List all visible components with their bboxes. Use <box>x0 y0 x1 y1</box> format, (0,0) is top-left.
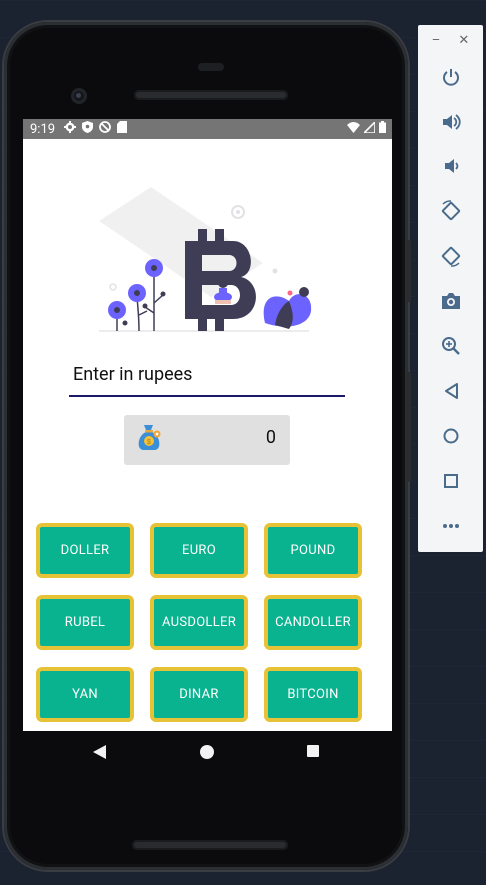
svg-text:$: $ <box>147 439 151 446</box>
bottom-speaker <box>132 840 288 850</box>
yan-button[interactable]: YAN <box>36 667 134 722</box>
volume-side-button <box>406 372 411 482</box>
close-icon[interactable]: ✕ <box>458 33 469 48</box>
top-speaker <box>134 90 288 100</box>
signal-icon <box>362 119 376 137</box>
candoller-button[interactable]: CANDOLLER <box>264 595 362 650</box>
front-camera <box>71 88 87 104</box>
rupees-input[interactable] <box>69 355 349 393</box>
gear-icon <box>64 121 77 137</box>
euro-button[interactable]: EURO <box>150 523 248 578</box>
camera-icon[interactable] <box>418 281 483 321</box>
more-icon[interactable] <box>418 506 483 546</box>
home-icon[interactable] <box>418 416 483 456</box>
rotate-left-icon[interactable] <box>418 191 483 231</box>
bitcoin-illustration <box>99 187 312 332</box>
minimize-icon[interactable]: – <box>432 33 441 48</box>
android-nav-bar <box>23 731 392 773</box>
battery-icon <box>379 121 386 137</box>
status-bar: 9:19 <box>23 119 392 139</box>
nav-back-icon[interactable] <box>93 745 106 759</box>
power-icon[interactable] <box>418 57 483 97</box>
zoom-icon[interactable] <box>418 326 483 366</box>
rubel-button[interactable]: RUBEL <box>36 595 134 650</box>
bitcoin-button[interactable]: BITCOIN <box>264 667 362 722</box>
result-value: 0 <box>265 427 276 448</box>
doller-button[interactable]: DOLLER <box>36 523 134 578</box>
nav-recents-icon[interactable] <box>307 745 319 757</box>
app-screen: 9:19 Enter in rupees $ 0 DOLLER EURO POU… <box>23 119 392 731</box>
rotate-right-icon[interactable] <box>418 236 483 276</box>
dinar-button[interactable]: DINAR <box>150 667 248 722</box>
earpiece <box>198 63 224 71</box>
ausdoller-button[interactable]: AUSDOLLER <box>150 595 248 650</box>
shield-icon <box>82 121 94 137</box>
wifi-icon <box>347 121 360 137</box>
status-time: 9:19 <box>30 121 56 137</box>
volume-down-icon[interactable] <box>418 146 483 186</box>
pound-button[interactable]: POUND <box>264 523 362 578</box>
back-icon[interactable] <box>418 371 483 411</box>
money-bag-icon: $ <box>136 423 162 455</box>
nav-home-icon[interactable] <box>200 745 214 759</box>
power-side-button <box>406 240 411 302</box>
rupees-input-field[interactable] <box>69 355 349 397</box>
result-display: $ 0 <box>124 415 290 465</box>
no-sync-icon <box>99 121 111 137</box>
emulator-toolbar: – ✕ <box>418 25 483 552</box>
overview-icon[interactable] <box>418 461 483 501</box>
volume-up-icon[interactable] <box>418 102 483 142</box>
sd-card-icon <box>117 121 128 137</box>
